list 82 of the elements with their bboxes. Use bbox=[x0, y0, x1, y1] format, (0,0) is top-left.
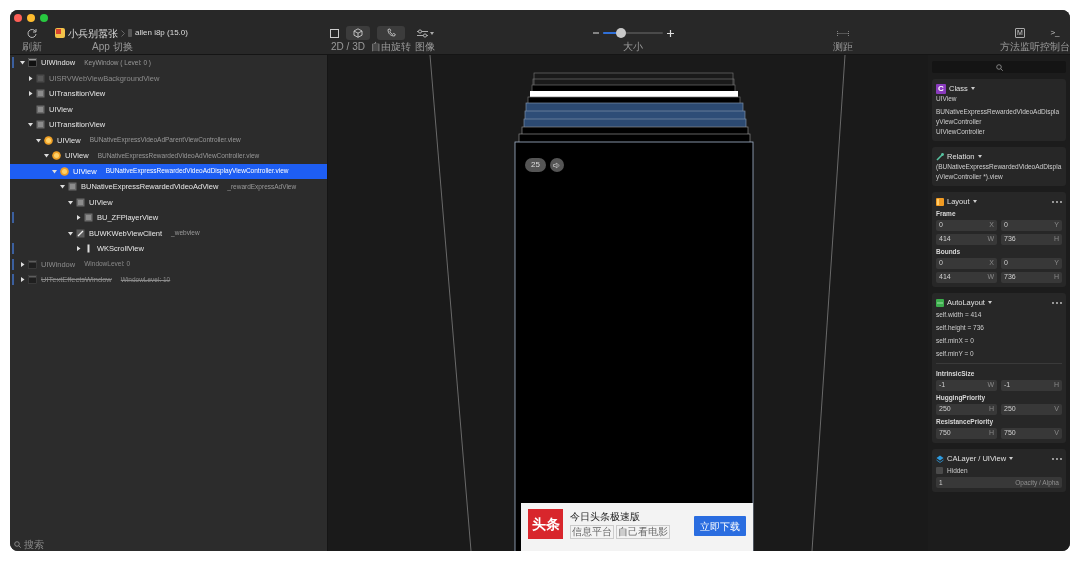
collapsed-arrow-icon[interactable] bbox=[75, 246, 81, 252]
close-window-button[interactable] bbox=[14, 13, 22, 22]
app-switcher-button[interactable]: 小兵别嚣张 allen i8p (15.0) bbox=[55, 26, 188, 41]
toolbar-label: 刷新 bbox=[22, 40, 42, 53]
more-button[interactable] bbox=[1052, 457, 1062, 460]
window-icon bbox=[28, 58, 37, 68]
more-button[interactable] bbox=[1052, 301, 1062, 304]
toolbar-label: 方法监听 bbox=[1000, 40, 1040, 53]
view-icon bbox=[84, 213, 93, 223]
toolbar-label: 自由旋转 bbox=[371, 40, 411, 53]
layer-icon bbox=[936, 454, 944, 463]
search-field[interactable]: 搜索 bbox=[24, 536, 174, 551]
chevron-right-icon bbox=[121, 29, 125, 37]
view-icon bbox=[76, 197, 85, 207]
collapsed-arrow-icon[interactable] bbox=[27, 75, 33, 81]
sliders-icon bbox=[416, 28, 428, 38]
expanded-arrow-icon[interactable] bbox=[35, 137, 41, 143]
slider-thumb[interactable] bbox=[615, 28, 626, 39]
expanded-arrow-icon[interactable] bbox=[43, 153, 49, 159]
toolbar-label: App 切换 bbox=[92, 40, 133, 53]
app-icon bbox=[55, 28, 65, 39]
autolayout-icon bbox=[936, 298, 944, 307]
search-field[interactable] bbox=[932, 61, 1066, 73]
toolbar-label: 2D / 3D bbox=[331, 40, 365, 53]
search-icon bbox=[14, 540, 21, 548]
pen-icon bbox=[76, 228, 85, 238]
search-icon bbox=[995, 63, 1003, 71]
image-settings-button[interactable] bbox=[416, 26, 434, 41]
ad-title: 今日头条极速版 bbox=[570, 511, 641, 523]
expanded-arrow-icon[interactable] bbox=[67, 199, 73, 205]
cube-icon bbox=[352, 28, 363, 39]
view-icon bbox=[36, 120, 45, 130]
class-icon: C bbox=[936, 83, 946, 94]
expanded-arrow-icon[interactable] bbox=[59, 184, 65, 190]
minus-icon bbox=[592, 30, 599, 37]
refresh-button[interactable] bbox=[25, 26, 39, 41]
ruler-icon bbox=[837, 30, 849, 36]
view-icon bbox=[68, 182, 77, 192]
view-icon bbox=[36, 89, 45, 99]
expanded-arrow-icon[interactable] bbox=[67, 230, 73, 236]
square-icon bbox=[330, 28, 339, 38]
more-icon bbox=[1052, 457, 1062, 460]
more-button[interactable] bbox=[1052, 200, 1062, 203]
toolbar-label: 测距 bbox=[833, 40, 853, 53]
window-icon bbox=[28, 275, 37, 285]
caret-icon bbox=[977, 155, 982, 158]
speaker-icon bbox=[553, 161, 561, 169]
view-mode-button[interactable] bbox=[345, 26, 370, 41]
zoom-window-button[interactable] bbox=[40, 13, 48, 22]
collapsed-arrow-icon[interactable] bbox=[75, 215, 81, 221]
layout-icon bbox=[936, 197, 944, 206]
more-icon bbox=[1052, 301, 1062, 304]
refresh-icon bbox=[27, 28, 37, 39]
ad-tag: 信息平台 bbox=[570, 525, 614, 539]
app-logo: 头条 bbox=[528, 509, 563, 539]
collapsed-arrow-icon[interactable] bbox=[27, 91, 33, 97]
toolbar-label: 大小 bbox=[623, 40, 643, 53]
plus-icon bbox=[666, 29, 674, 37]
toolbar-label: 控制台 bbox=[1040, 40, 1070, 53]
view-icon bbox=[36, 73, 45, 83]
ad-tag: 自己看电影 bbox=[616, 525, 670, 539]
collapsed-arrow-icon[interactable] bbox=[19, 277, 25, 283]
expanded-arrow-icon[interactable] bbox=[19, 60, 25, 66]
window-icon bbox=[28, 259, 37, 269]
more-icon bbox=[1052, 200, 1062, 203]
phone-rotate-icon bbox=[386, 28, 396, 39]
checkbox[interactable] bbox=[936, 467, 943, 474]
free-rotation-button[interactable] bbox=[377, 26, 405, 41]
caret-icon bbox=[972, 200, 977, 203]
minimize-window-button[interactable] bbox=[27, 13, 35, 22]
collapsed-arrow-icon[interactable] bbox=[19, 261, 25, 267]
link-icon bbox=[936, 152, 944, 161]
download-button[interactable]: 立即下载 bbox=[694, 516, 746, 536]
expanded-arrow-icon[interactable] bbox=[27, 122, 33, 128]
caret-icon bbox=[970, 87, 975, 90]
view-icon bbox=[36, 104, 45, 114]
console-button[interactable]: >_ bbox=[1050, 28, 1060, 39]
caret-icon bbox=[987, 301, 992, 304]
caret-icon bbox=[1009, 457, 1014, 460]
toolbar-label: 图像 bbox=[415, 40, 435, 53]
phone-icon bbox=[128, 29, 132, 38]
caret-icon bbox=[429, 31, 434, 35]
